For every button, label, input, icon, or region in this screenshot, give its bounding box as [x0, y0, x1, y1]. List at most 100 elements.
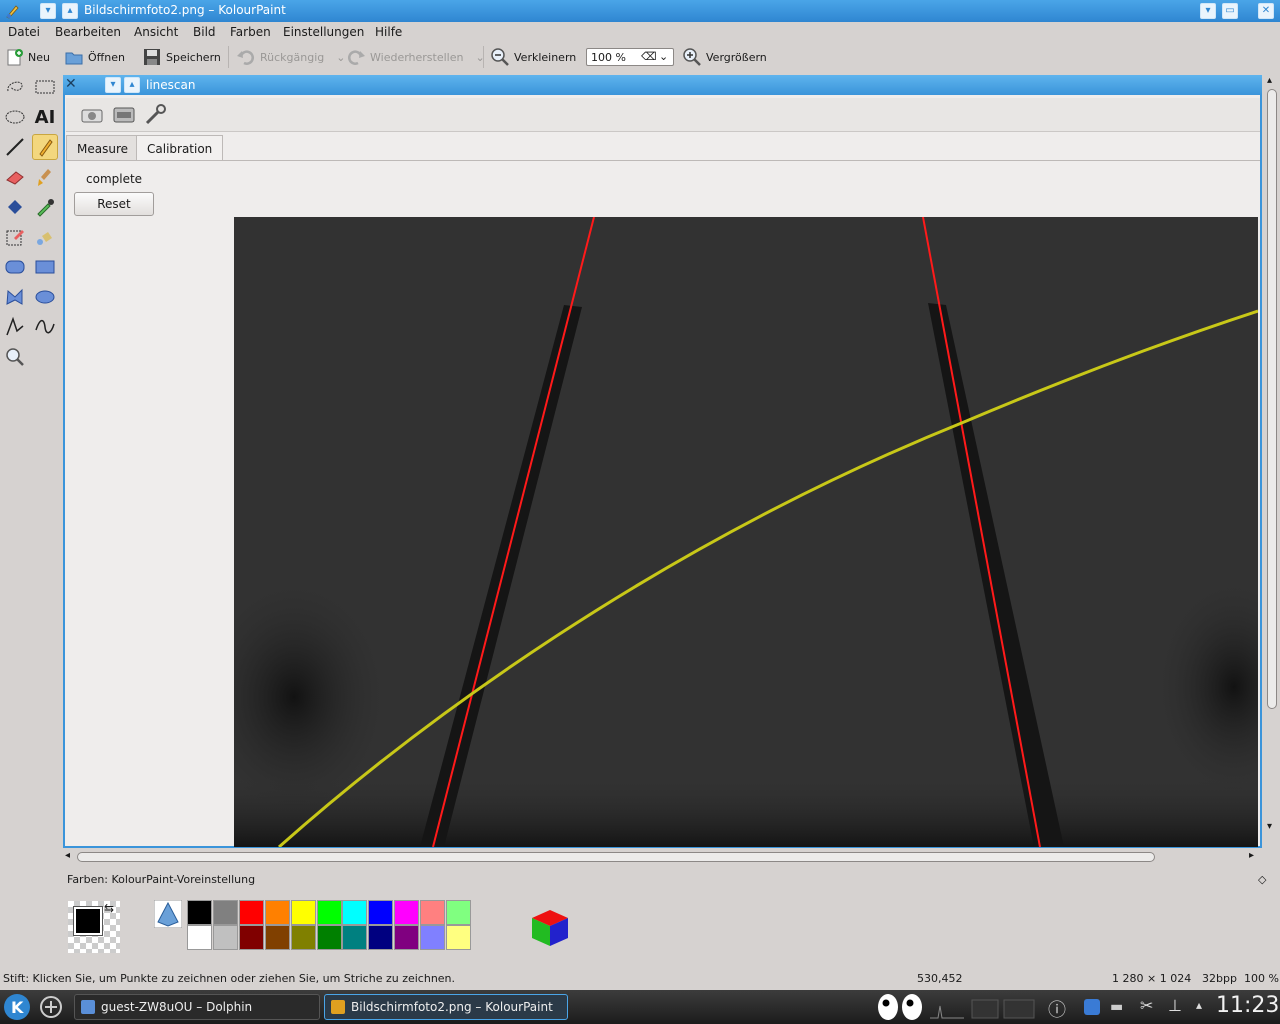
foreground-color[interactable] — [73, 906, 103, 936]
connected-lines-tool[interactable] — [2, 314, 28, 340]
vertical-scrollbar[interactable]: ▴ ▾ — [1264, 75, 1280, 848]
scroll-left-icon[interactable]: ◂ — [65, 850, 70, 861]
menu-datei[interactable]: Datei — [8, 25, 40, 39]
color-cube-icon[interactable] — [530, 906, 570, 946]
window-menu-button[interactable]: ▾ — [40, 3, 56, 19]
scroll-right-icon[interactable]: ▸ — [1249, 850, 1254, 861]
menu-hilfe[interactable]: Hilfe — [375, 25, 402, 39]
close-button[interactable]: ✕ — [1258, 3, 1274, 19]
rectangle-select-tool[interactable] — [32, 74, 58, 100]
color-swatch[interactable] — [446, 925, 471, 950]
menu-einstellungen[interactable]: Einstellungen — [283, 25, 364, 39]
eraser-tool[interactable] — [2, 164, 28, 190]
color-swatch[interactable] — [368, 900, 394, 925]
brush-tool[interactable] — [32, 164, 58, 190]
color-swatch[interactable] — [446, 900, 471, 925]
zoom-in-button[interactable]: Vergrößern — [682, 46, 767, 68]
pen-tool[interactable] — [32, 134, 58, 160]
horizontal-scroll-thumb[interactable] — [77, 852, 1155, 862]
color-swatch[interactable] — [316, 900, 342, 925]
tray-expand-icon[interactable]: ▴ — [1196, 998, 1202, 1012]
color-swatch[interactable] — [212, 900, 238, 925]
klipper-scissors-icon[interactable]: ✂ — [1140, 996, 1153, 1015]
horizontal-scrollbar[interactable]: ◂ ▸ — [63, 849, 1280, 865]
transparent-color-icon[interactable] — [154, 900, 182, 928]
rectangle-tool[interactable] — [32, 254, 58, 280]
zoom-select[interactable]: 100 % ⌫ ⌄ — [586, 48, 674, 66]
undo-dropdown-icon[interactable]: ⌄ — [336, 51, 345, 64]
polygon-tool[interactable] — [2, 284, 28, 310]
color-swatch[interactable] — [264, 900, 290, 925]
spraycan-icon — [37, 232, 52, 245]
plugin-close-icon[interactable]: ✕ — [65, 76, 77, 92]
color-swatch[interactable] — [238, 900, 264, 925]
network-icon[interactable]: ⊥ — [1168, 996, 1182, 1015]
network-switch-icon[interactable] — [38, 994, 64, 1020]
color-eraser-tool[interactable] — [2, 224, 28, 250]
color-swatch[interactable] — [342, 925, 368, 950]
color-swatch[interactable] — [420, 925, 446, 950]
storage-icon[interactable]: ▬ — [1110, 999, 1123, 1015]
zoom-out-button[interactable]: Verkleinern — [490, 46, 576, 68]
kde-launcher-icon[interactable]: K — [2, 992, 32, 1022]
color-swatch[interactable] — [212, 925, 238, 950]
camera-icon[interactable] — [80, 104, 104, 126]
vertical-scroll-thumb[interactable] — [1267, 89, 1277, 709]
menu-bild[interactable]: Bild — [193, 25, 216, 39]
swap-colors-icon[interactable]: ⇆ — [104, 901, 114, 915]
color-settings-icon[interactable]: ◇ — [1258, 873, 1266, 886]
curve-tool[interactable] — [32, 314, 58, 340]
reset-button[interactable]: Reset — [74, 192, 154, 216]
color-swatch[interactable] — [290, 925, 316, 950]
color-swatch[interactable] — [316, 925, 342, 950]
scroll-down-icon[interactable]: ▾ — [1267, 821, 1272, 832]
color-swatch[interactable] — [394, 900, 420, 925]
save-button[interactable]: Speichern — [142, 46, 221, 68]
text-tool[interactable]: AI — [32, 104, 58, 130]
flood-fill-tool[interactable] — [2, 194, 28, 220]
keep-above-button[interactable]: ▴ — [62, 3, 78, 19]
spraycan-tool[interactable] — [32, 224, 58, 250]
calibrate-wrench-icon[interactable] — [144, 104, 168, 126]
redo-button[interactable]: Wiederherstellen ⌄ — [346, 46, 485, 68]
color-swatch[interactable] — [394, 925, 420, 950]
info-icon[interactable]: ⓘ — [1048, 996, 1066, 1022]
chevron-down-icon[interactable]: ⌄ — [659, 50, 668, 63]
minimize-button[interactable]: ▾ — [1200, 3, 1216, 19]
plugin-float-button[interactable]: ▴ — [124, 77, 140, 93]
tab-calibration[interactable]: Calibration — [136, 135, 224, 161]
film-strip-icon[interactable] — [112, 104, 136, 126]
task-kolourpaint[interactable]: Bildschirmfoto2.png – KolourPaint — [324, 994, 568, 1020]
color-swatch[interactable] — [420, 900, 446, 925]
menu-bearbeiten[interactable]: Bearbeiten — [55, 25, 121, 39]
color-swatch[interactable] — [187, 900, 212, 925]
ellipse-select-tool[interactable] — [2, 104, 28, 130]
maximize-button[interactable]: ▭ — [1222, 3, 1238, 19]
updates-icon[interactable] — [1084, 999, 1100, 1015]
open-button[interactable]: Öffnen — [64, 46, 125, 68]
color-swatch[interactable] — [187, 925, 212, 950]
color-swatch[interactable] — [264, 925, 290, 950]
linescan-image[interactable] — [234, 217, 1258, 847]
zoom-tool[interactable] — [2, 344, 28, 370]
kolourpaint-task-icon — [331, 1000, 345, 1014]
color-swatch[interactable] — [342, 900, 368, 925]
new-button[interactable]: Neu — [4, 46, 50, 68]
ellipse-tool[interactable] — [32, 284, 58, 310]
foreground-background-box[interactable]: ⇆ — [68, 901, 120, 953]
undo-button[interactable]: Rückgängig ⌄ — [236, 46, 345, 68]
line-tool[interactable] — [2, 134, 28, 160]
menu-farben[interactable]: Farben — [230, 25, 271, 39]
scroll-up-icon[interactable]: ▴ — [1267, 75, 1272, 86]
color-swatch[interactable] — [238, 925, 264, 950]
color-swatch[interactable] — [368, 925, 394, 950]
clear-field-icon[interactable]: ⌫ — [641, 50, 657, 63]
task-dolphin[interactable]: guest-ZW8uOU – Dolphin — [74, 994, 320, 1020]
rounded-rectangle-tool[interactable] — [2, 254, 28, 280]
tab-measure[interactable]: Measure — [66, 135, 139, 161]
plugin-menu-button[interactable]: ▾ — [105, 77, 121, 93]
free-form-select-tool[interactable] — [2, 74, 28, 100]
color-swatch[interactable] — [290, 900, 316, 925]
color-picker-tool[interactable] — [32, 194, 58, 220]
menu-ansicht[interactable]: Ansicht — [134, 25, 178, 39]
